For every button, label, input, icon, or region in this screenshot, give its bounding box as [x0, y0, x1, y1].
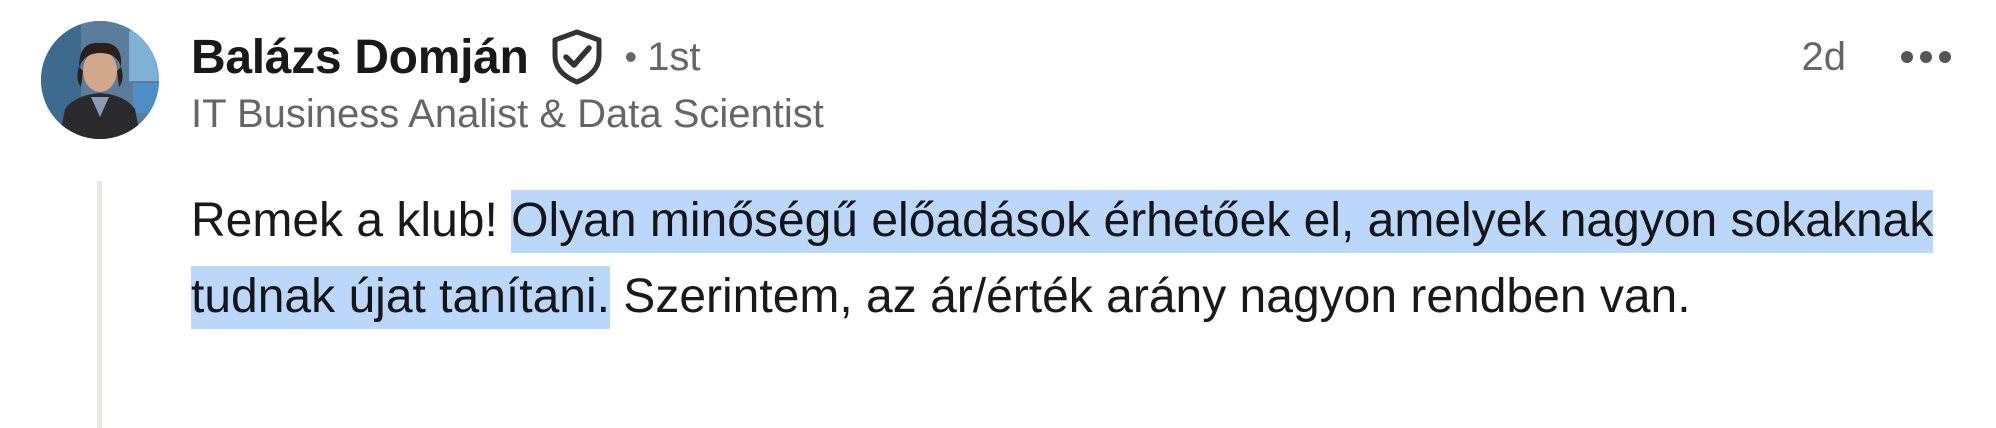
avatar[interactable]	[41, 21, 159, 139]
verified-shield-icon	[549, 29, 605, 85]
avatar-photo	[41, 21, 159, 139]
author-headline[interactable]: IT Business Analist & Data Scientist	[191, 92, 824, 137]
degree-separator: •	[624, 36, 638, 77]
comment-meta: 2d	[1802, 22, 1957, 92]
ellipsis-icon	[1901, 51, 1951, 63]
comment-time: 2d	[1801, 34, 1847, 79]
comment-header: Balázs Domján • 1st IT Business Analist …	[191, 22, 1956, 142]
author-name[interactable]: Balázs Domján	[191, 30, 529, 85]
comment-text-end: Szerintem, az ár/érték arány nagyon rend…	[609, 270, 1691, 323]
connection-degree: 1st	[647, 34, 701, 79]
thread-line	[97, 181, 102, 428]
comment-text: Remek a klub! Olyan minőségű előadások é…	[191, 183, 1951, 335]
comment-text-start: Remek a klub!	[191, 194, 512, 247]
more-options-button[interactable]	[1896, 32, 1956, 82]
author-name-row: Balázs Domján • 1st	[191, 22, 701, 92]
